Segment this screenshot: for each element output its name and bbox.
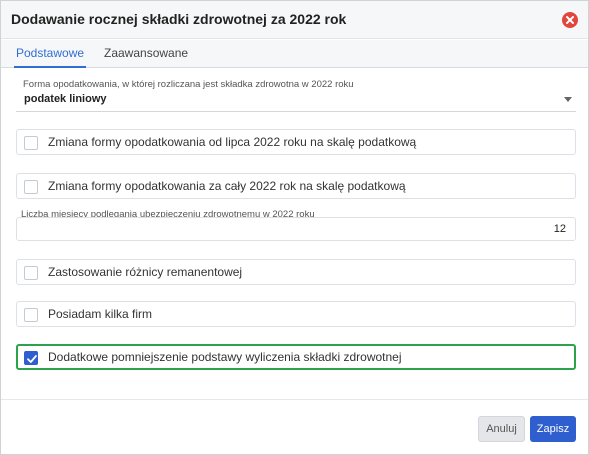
checkmark-icon — [27, 355, 37, 363]
checkbox-label: Zastosowanie różnicy remanentowej — [48, 265, 243, 279]
taxation-form-label: Forma opodatkowania, w której rozliczana… — [23, 79, 354, 90]
checkbox-label: Posiadam kilka firm — [48, 307, 153, 321]
dialog: Dodawanie rocznej składki zdrowotnej za … — [0, 0, 589, 455]
save-button[interactable]: Zapisz — [530, 416, 576, 442]
taxation-form-select[interactable]: podatek liniowy — [16, 90, 576, 112]
checkbox-label: Zmiana formy opodatkowania od lipca 2022… — [48, 135, 417, 149]
cancel-button[interactable]: Anuluj — [478, 416, 525, 442]
checkbox-row-change-july[interactable]: Zmiana formy opodatkowania od lipca 2022… — [16, 129, 576, 155]
chevron-down-icon — [564, 97, 572, 102]
dialog-header: Dodawanie rocznej składki zdrowotnej za … — [1, 1, 588, 39]
close-icon[interactable] — [562, 12, 578, 28]
months-insured-input[interactable]: 12 — [16, 217, 576, 241]
checkbox-label: Zmiana formy opodatkowania za cały 2022 … — [48, 179, 406, 193]
footer-divider — [1, 399, 588, 400]
tab-basic[interactable]: Podstawowe — [14, 40, 87, 68]
dialog-title: Dodawanie rocznej składki zdrowotnej za … — [11, 11, 347, 27]
checkbox-checked[interactable] — [24, 351, 38, 365]
months-insured-value: 12 — [553, 223, 566, 235]
checkbox-row-inventory-difference[interactable]: Zastosowanie różnicy remanentowej — [16, 259, 576, 285]
checkbox-label: Dodatkowe pomniejszenie podstawy wylicze… — [48, 350, 402, 364]
checkbox-row-change-whole-year[interactable]: Zmiana formy opodatkowania za cały 2022 … — [16, 173, 576, 199]
taxation-form-value: podatek liniowy — [24, 93, 107, 105]
checkbox[interactable] — [24, 180, 38, 194]
checkbox-row-additional-reduction[interactable]: Dodatkowe pomniejszenie podstawy wylicze… — [16, 344, 576, 370]
checkbox[interactable] — [24, 266, 38, 280]
checkbox[interactable] — [24, 136, 38, 150]
tab-advanced[interactable]: Zaawansowane — [102, 40, 190, 68]
tab-bar: Podstawowe Zaawansowane — [1, 40, 588, 68]
checkbox[interactable] — [24, 308, 38, 322]
checkbox-row-multiple-companies[interactable]: Posiadam kilka firm — [16, 301, 576, 327]
